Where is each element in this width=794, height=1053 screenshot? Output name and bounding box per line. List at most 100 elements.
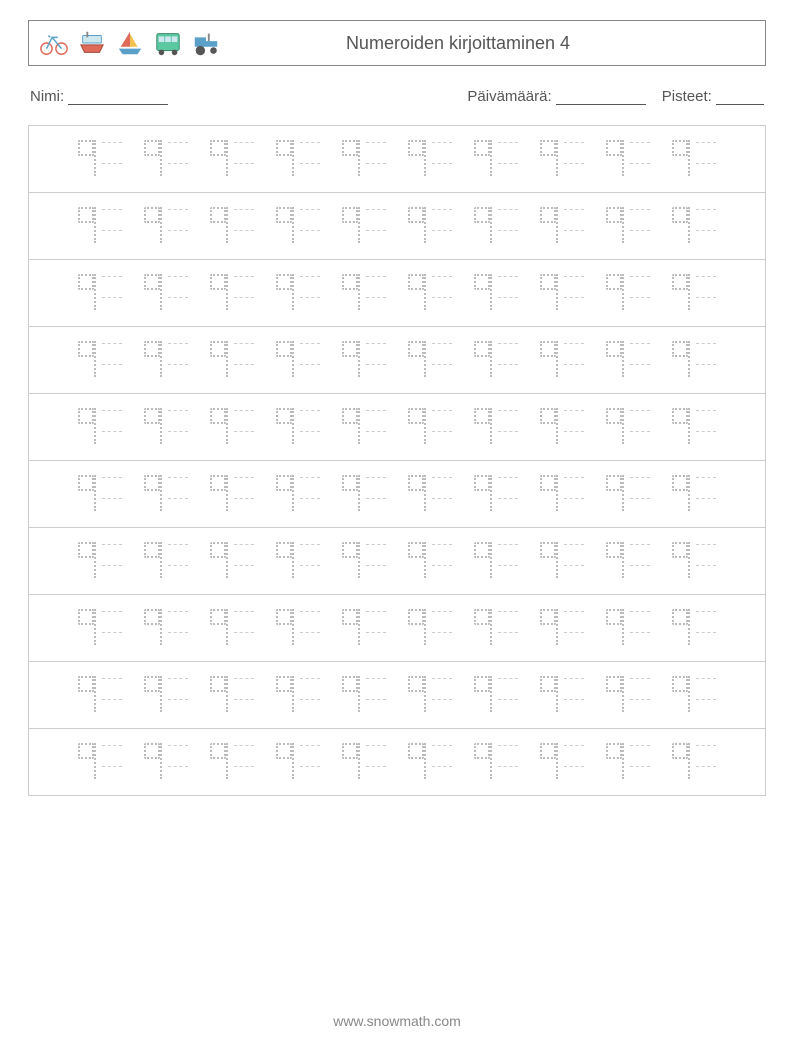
practice-cell[interactable] bbox=[540, 542, 584, 580]
practice-cell[interactable] bbox=[276, 274, 320, 312]
practice-cell[interactable] bbox=[276, 743, 320, 781]
practice-cell[interactable] bbox=[474, 341, 518, 379]
practice-cell[interactable] bbox=[474, 408, 518, 446]
practice-cell[interactable] bbox=[540, 609, 584, 647]
practice-cell[interactable] bbox=[144, 609, 188, 647]
practice-cell[interactable] bbox=[540, 274, 584, 312]
practice-cell[interactable] bbox=[474, 743, 518, 781]
date-blank[interactable] bbox=[556, 90, 646, 105]
practice-cell[interactable] bbox=[144, 408, 188, 446]
practice-cell[interactable] bbox=[672, 408, 716, 446]
practice-cell[interactable] bbox=[606, 274, 650, 312]
practice-cell[interactable] bbox=[606, 475, 650, 513]
practice-cell[interactable] bbox=[342, 140, 386, 178]
practice-cell[interactable] bbox=[474, 274, 518, 312]
practice-cell[interactable] bbox=[210, 408, 254, 446]
practice-cell[interactable] bbox=[210, 207, 254, 245]
practice-cell[interactable] bbox=[276, 609, 320, 647]
practice-cell[interactable] bbox=[606, 140, 650, 178]
practice-cell[interactable] bbox=[78, 475, 122, 513]
practice-cell[interactable] bbox=[78, 743, 122, 781]
practice-cell[interactable] bbox=[210, 743, 254, 781]
practice-cell[interactable] bbox=[408, 341, 452, 379]
practice-cell[interactable] bbox=[540, 408, 584, 446]
practice-cell[interactable] bbox=[276, 207, 320, 245]
name-blank[interactable] bbox=[68, 90, 168, 105]
practice-cell[interactable] bbox=[672, 676, 716, 714]
practice-cell[interactable] bbox=[408, 743, 452, 781]
practice-cell[interactable] bbox=[474, 207, 518, 245]
practice-cell[interactable] bbox=[210, 140, 254, 178]
practice-cell[interactable] bbox=[210, 475, 254, 513]
practice-cell[interactable] bbox=[78, 207, 122, 245]
practice-cell[interactable] bbox=[672, 274, 716, 312]
practice-cell[interactable] bbox=[540, 207, 584, 245]
practice-cell[interactable] bbox=[342, 408, 386, 446]
practice-cell[interactable] bbox=[342, 475, 386, 513]
practice-cell[interactable] bbox=[144, 140, 188, 178]
practice-cell[interactable] bbox=[276, 341, 320, 379]
practice-cell[interactable] bbox=[210, 609, 254, 647]
practice-cell[interactable] bbox=[606, 341, 650, 379]
practice-cell[interactable] bbox=[210, 542, 254, 580]
practice-cell[interactable] bbox=[276, 140, 320, 178]
practice-cell[interactable] bbox=[474, 609, 518, 647]
practice-cell[interactable] bbox=[540, 475, 584, 513]
practice-cell[interactable] bbox=[342, 743, 386, 781]
practice-cell[interactable] bbox=[408, 274, 452, 312]
practice-cell[interactable] bbox=[342, 341, 386, 379]
practice-cell[interactable] bbox=[474, 542, 518, 580]
practice-cell[interactable] bbox=[78, 274, 122, 312]
practice-cell[interactable] bbox=[408, 207, 452, 245]
practice-cell[interactable] bbox=[144, 207, 188, 245]
practice-cell[interactable] bbox=[78, 676, 122, 714]
practice-cell[interactable] bbox=[606, 207, 650, 245]
practice-cell[interactable] bbox=[474, 140, 518, 178]
practice-cell[interactable] bbox=[78, 408, 122, 446]
score-blank[interactable] bbox=[716, 90, 764, 105]
practice-cell[interactable] bbox=[144, 274, 188, 312]
practice-cell[interactable] bbox=[144, 676, 188, 714]
practice-cell[interactable] bbox=[606, 408, 650, 446]
practice-cell[interactable] bbox=[342, 609, 386, 647]
practice-cell[interactable] bbox=[144, 542, 188, 580]
practice-cell[interactable] bbox=[408, 408, 452, 446]
practice-cell[interactable] bbox=[342, 542, 386, 580]
practice-cell[interactable] bbox=[144, 743, 188, 781]
practice-cell[interactable] bbox=[210, 341, 254, 379]
practice-cell[interactable] bbox=[606, 676, 650, 714]
practice-cell[interactable] bbox=[408, 475, 452, 513]
practice-cell[interactable] bbox=[276, 408, 320, 446]
practice-cell[interactable] bbox=[540, 676, 584, 714]
practice-cell[interactable] bbox=[540, 743, 584, 781]
practice-cell[interactable] bbox=[474, 676, 518, 714]
practice-cell[interactable] bbox=[606, 609, 650, 647]
practice-cell[interactable] bbox=[210, 676, 254, 714]
practice-cell[interactable] bbox=[408, 542, 452, 580]
practice-cell[interactable] bbox=[672, 475, 716, 513]
practice-cell[interactable] bbox=[210, 274, 254, 312]
practice-cell[interactable] bbox=[540, 140, 584, 178]
practice-cell[interactable] bbox=[672, 341, 716, 379]
practice-cell[interactable] bbox=[342, 207, 386, 245]
practice-cell[interactable] bbox=[672, 609, 716, 647]
practice-cell[interactable] bbox=[78, 542, 122, 580]
practice-cell[interactable] bbox=[672, 207, 716, 245]
practice-cell[interactable] bbox=[78, 341, 122, 379]
practice-cell[interactable] bbox=[144, 475, 188, 513]
practice-cell[interactable] bbox=[408, 609, 452, 647]
practice-cell[interactable] bbox=[672, 542, 716, 580]
practice-cell[interactable] bbox=[474, 475, 518, 513]
practice-cell[interactable] bbox=[606, 542, 650, 580]
practice-cell[interactable] bbox=[144, 341, 188, 379]
practice-cell[interactable] bbox=[342, 274, 386, 312]
practice-cell[interactable] bbox=[276, 542, 320, 580]
practice-cell[interactable] bbox=[672, 743, 716, 781]
practice-cell[interactable] bbox=[342, 676, 386, 714]
practice-cell[interactable] bbox=[78, 140, 122, 178]
practice-cell[interactable] bbox=[408, 140, 452, 178]
practice-cell[interactable] bbox=[276, 676, 320, 714]
practice-cell[interactable] bbox=[672, 140, 716, 178]
practice-cell[interactable] bbox=[540, 341, 584, 379]
practice-cell[interactable] bbox=[606, 743, 650, 781]
